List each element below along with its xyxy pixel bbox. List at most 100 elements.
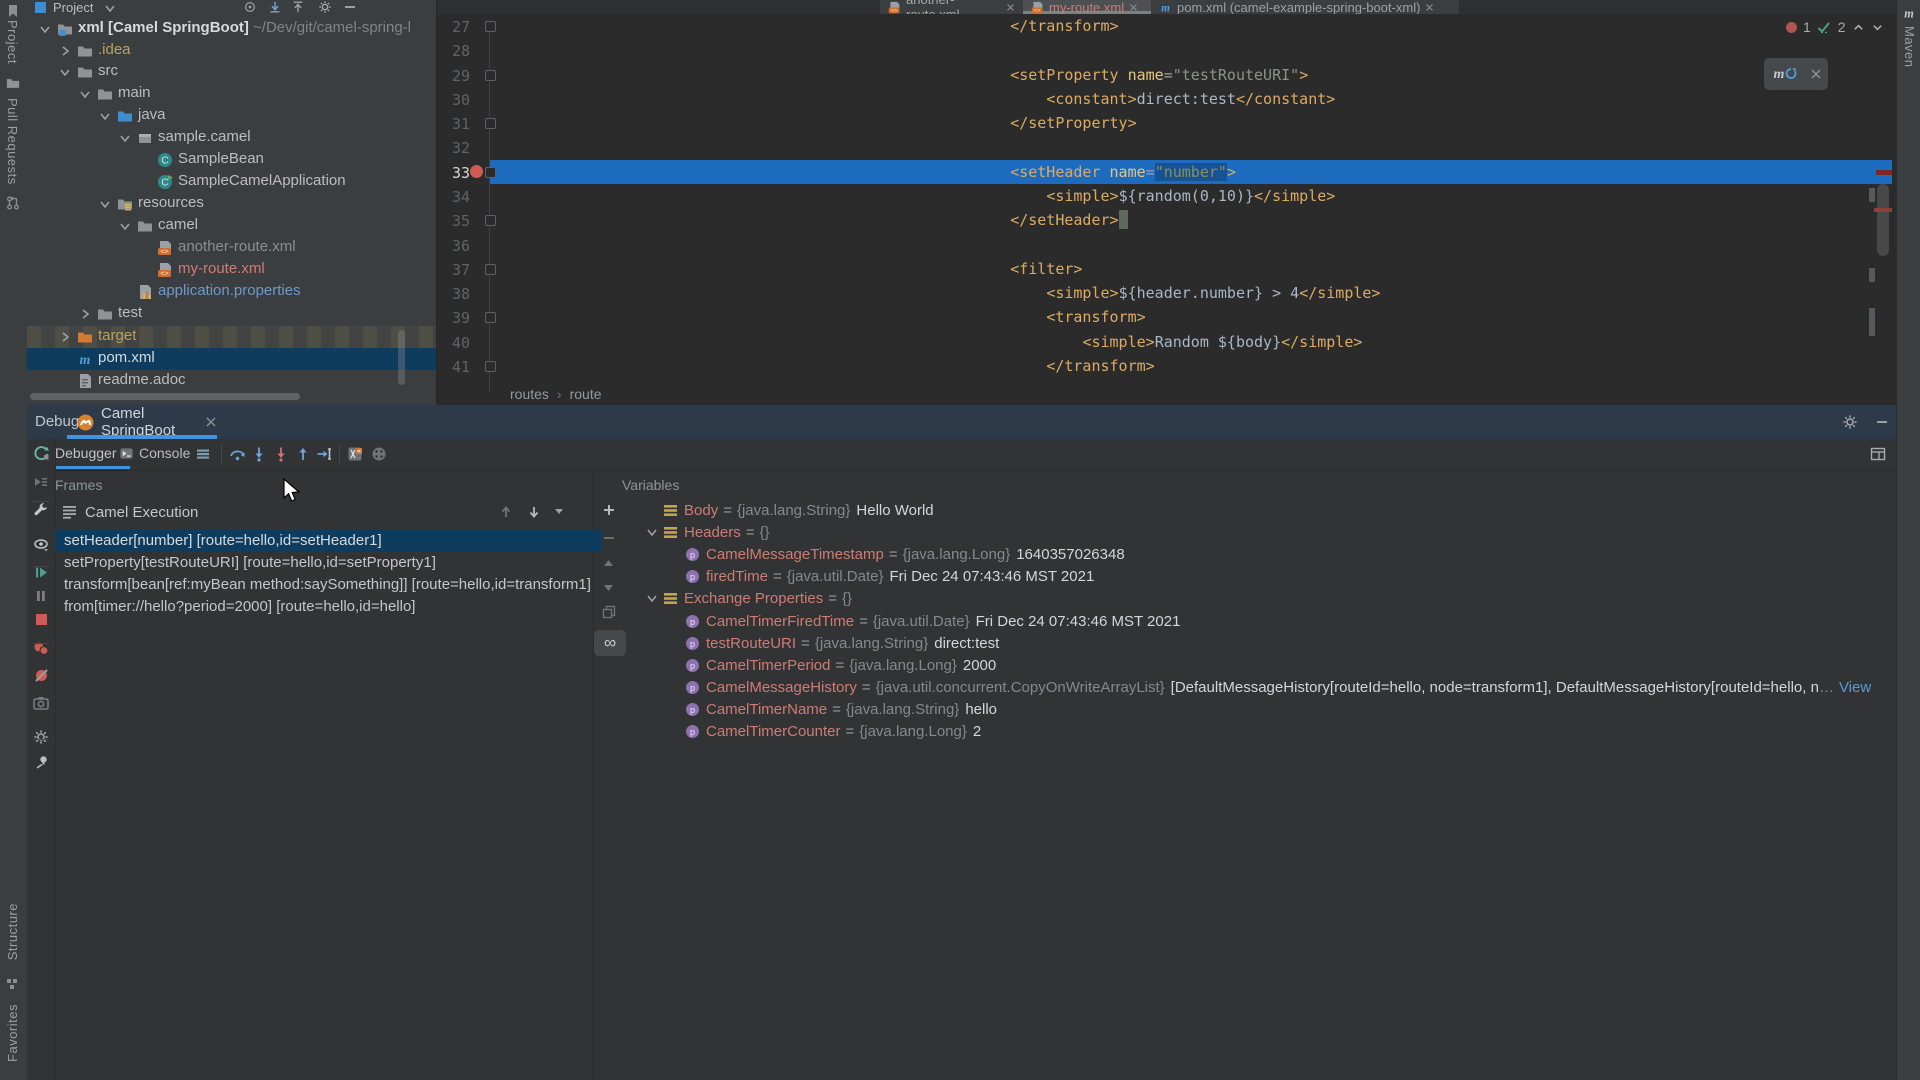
gutter-line-number[interactable]: 34: [440, 188, 470, 206]
maven-sync-icon[interactable]: m: [1771, 64, 1797, 84]
folder-mini-icon[interactable]: [6, 76, 20, 90]
close-icon[interactable]: [205, 416, 217, 428]
code-line[interactable]: </transform>: [956, 354, 1155, 378]
bookmark-icon[interactable]: [6, 4, 20, 18]
evaluate-expression-icon[interactable]: [347, 446, 363, 462]
fold-marker-icon[interactable]: [485, 312, 496, 323]
tree-row-sample-camel[interactable]: sample.camel: [27, 127, 437, 149]
tree-row-resources[interactable]: resources: [27, 193, 437, 215]
tree-row-main[interactable]: main: [27, 83, 437, 105]
tree-row-readme-adoc[interactable]: readme.adoc: [27, 370, 437, 392]
frame-row[interactable]: setHeader[number] [route=hello,id=setHea…: [55, 530, 602, 552]
tree-chevron-icon[interactable]: [118, 219, 132, 233]
frames-thread-selector[interactable]: Camel Execution: [55, 500, 600, 524]
editor-tab-pom.xml[interactable]: mpom.xml (camel-example-spring-boot-xml): [1151, 0, 1459, 14]
code-line[interactable]: <setHeader name="number">: [956, 160, 1236, 184]
gutter-line-number[interactable]: 35: [440, 212, 470, 230]
tree-chevron-icon[interactable]: [78, 87, 92, 101]
editor-tab-another-route.xml[interactable]: <>another-route.xml: [880, 0, 1023, 14]
code-line[interactable]: <simple>Random ${body}</simple>: [956, 330, 1362, 354]
close-icon[interactable]: [1810, 68, 1822, 80]
gutter-line-number[interactable]: 29: [440, 67, 470, 85]
code-line[interactable]: </setHeader>: [956, 208, 1128, 232]
fold-marker-icon[interactable]: [485, 167, 496, 178]
hide-icon[interactable]: [1875, 415, 1889, 429]
layout-settings-icon[interactable]: [1870, 446, 1886, 462]
gutter-line-number[interactable]: 31: [440, 115, 470, 133]
gutter-line-number[interactable]: 36: [440, 237, 470, 255]
code-line[interactable]: <filter>: [956, 257, 1082, 281]
collapse-all-icon[interactable]: [291, 0, 305, 14]
variable-row-testRouteURI[interactable]: ptestRouteURI={java.lang.String}direct:t…: [637, 632, 1920, 654]
fold-marker-icon[interactable]: [485, 215, 496, 226]
tree-row-samplebean[interactable]: CSampleBean: [27, 149, 437, 171]
tree-row-application-properties[interactable]: application.properties: [27, 281, 437, 303]
gutter-line-number[interactable]: 27: [440, 18, 470, 36]
strip-rerun-debugger-icon[interactable]: [27, 444, 55, 461]
strip-settings-gear-icon[interactable]: [27, 729, 55, 745]
chevron-down-icon[interactable]: [645, 591, 659, 605]
frame-row[interactable]: from[timer://hello?period=2000] [route=h…: [55, 596, 602, 618]
tab-debugger[interactable]: Debugger: [55, 445, 117, 461]
variable-row-Body[interactable]: Body={java.lang.String}Hello World: [637, 499, 1898, 521]
code-line[interactable]: <simple>${header.number} > 4</simple>: [956, 281, 1380, 305]
fold-marker-icon[interactable]: [485, 264, 496, 275]
chevron-up-icon[interactable]: [1852, 21, 1865, 34]
code-line[interactable]: <setProperty name="testRouteURI">: [956, 63, 1308, 87]
expand-all-icon[interactable]: [268, 0, 282, 14]
structure-icon[interactable]: [6, 977, 20, 991]
tree-row-java[interactable]: java: [27, 105, 437, 127]
fold-marker-icon[interactable]: [485, 118, 496, 129]
tree-vscrollbar[interactable]: [398, 330, 405, 385]
stripe-label-favorites[interactable]: Favorites: [5, 1004, 20, 1062]
chevron-down-icon[interactable]: [645, 525, 659, 539]
view-link[interactable]: View: [1834, 679, 1871, 696]
gutter-line-number[interactable]: 38: [440, 285, 470, 303]
breadcrumb[interactable]: routes›route: [510, 386, 602, 402]
tree-chevron-icon[interactable]: [118, 131, 132, 145]
chevron-down-icon[interactable]: [1871, 21, 1884, 34]
stripe-label-structure[interactable]: Structure: [5, 903, 20, 960]
hamburger-icon[interactable]: [195, 446, 211, 462]
tree-chevron-icon[interactable]: [98, 197, 112, 211]
variable-row-CamelTimerName[interactable]: pCamelTimerName={java.lang.String}hello: [637, 698, 1920, 720]
stripe-label-maven[interactable]: Maven: [1902, 26, 1917, 68]
frame-row[interactable]: setProperty[testRouteURI] [route=hello,i…: [55, 552, 602, 574]
run-to-cursor-icon[interactable]: [316, 446, 333, 462]
tree-row--idea[interactable]: .idea: [27, 40, 437, 62]
close-icon[interactable]: [1006, 3, 1015, 12]
close-icon[interactable]: [1129, 3, 1138, 12]
variable-row-CamelTimerCounter[interactable]: pCamelTimerCounter={java.lang.Long}2: [637, 720, 1920, 742]
tree-hscrollbar[interactable]: [30, 393, 300, 400]
strip-wrench-icon[interactable]: [27, 502, 55, 518]
gutter-line-number[interactable]: 32: [440, 139, 470, 157]
fold-marker-icon[interactable]: [485, 21, 496, 32]
strip-stop-icon[interactable]: [27, 613, 55, 626]
select-opened-file-icon[interactable]: [243, 0, 257, 14]
tree-row-camel[interactable]: camel: [27, 215, 437, 237]
chevron-down-icon[interactable]: [103, 1, 117, 15]
code-line[interactable]: <constant>direct:test</constant>: [956, 87, 1335, 111]
chevron-down-icon[interactable]: [553, 505, 565, 517]
tree-chevron-icon[interactable]: [38, 22, 52, 36]
variable-row-CamelMessageTimestamp[interactable]: pCamelMessageTimestamp={java.lang.Long}1…: [637, 543, 1920, 565]
variable-row-CamelTimerFiredTime[interactable]: pCamelTimerFiredTime={java.util.Date}Fri…: [637, 610, 1920, 632]
variable-row-CamelTimerPeriod[interactable]: pCamelTimerPeriod={java.lang.Long}2000: [637, 654, 1920, 676]
stripe-label-pull-requests[interactable]: Pull Requests: [5, 98, 20, 185]
copy-icon[interactable]: [602, 605, 616, 619]
tree-chevron-icon[interactable]: [78, 307, 92, 321]
breadcrumb-item-routes[interactable]: routes: [510, 386, 549, 402]
hide-icon[interactable]: [343, 0, 357, 14]
tree-chevron-icon[interactable]: [58, 44, 72, 58]
tree-chevron-icon[interactable]: [58, 65, 72, 79]
tree-chevron-icon[interactable]: [98, 109, 112, 123]
gutter-line-number[interactable]: 28: [440, 42, 470, 60]
view-breakpoints-dots-icon[interactable]: [371, 446, 387, 462]
step-over-icon[interactable]: [229, 446, 246, 462]
pull-request-icon[interactable]: [6, 196, 20, 210]
stripe-label-project[interactable]: Project: [5, 20, 20, 64]
tab-console[interactable]: Console: [139, 445, 190, 461]
debug-session-tab[interactable]: Camel SpringBoot: [67, 405, 217, 439]
gutter-line-number[interactable]: 39: [440, 309, 470, 327]
gutter-line-number[interactable]: 37: [440, 261, 470, 279]
